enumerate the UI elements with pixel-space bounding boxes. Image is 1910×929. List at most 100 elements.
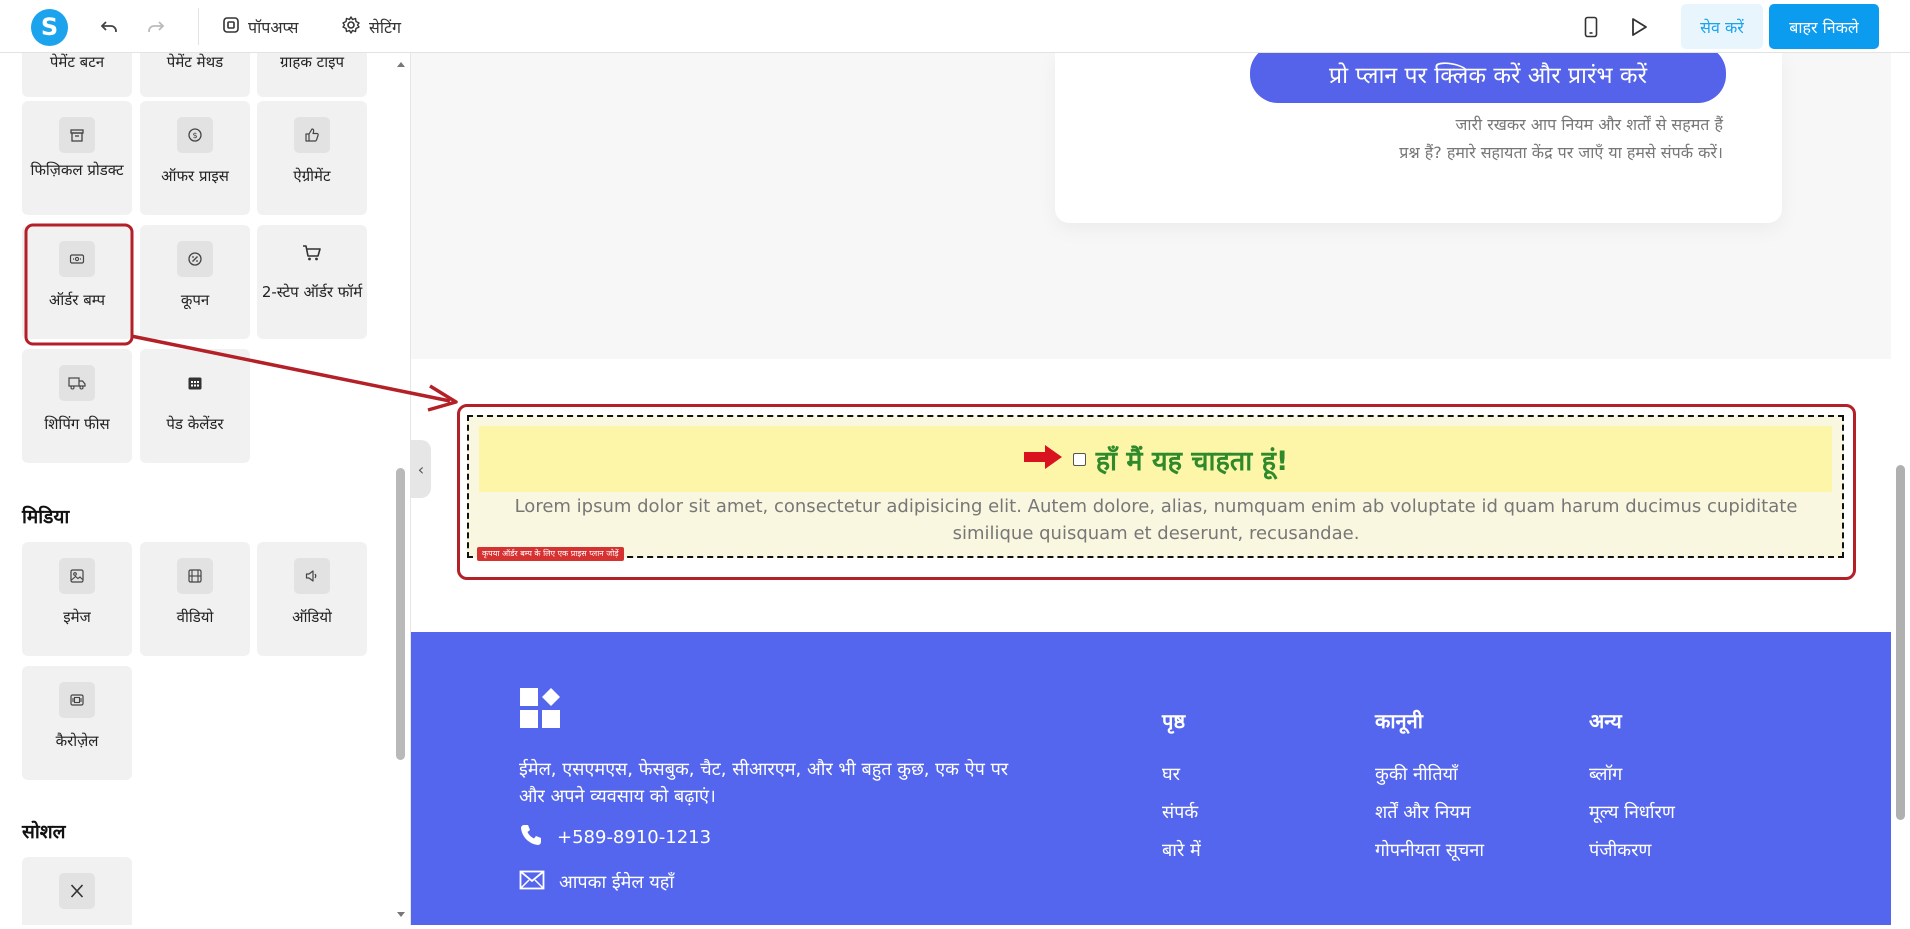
save-button[interactable]: सेव करें xyxy=(1681,4,1763,49)
truck-icon xyxy=(59,365,95,401)
footer-column-other: अन्य ब्लॉग मूल्य निर्धारण पंजीकरण xyxy=(1589,707,1675,876)
footer-column-title: पृष्ठ xyxy=(1162,709,1186,733)
speaker-icon xyxy=(294,558,330,594)
order-bump-header: हाँ मैं यह चाहता हूं! xyxy=(479,426,1832,492)
undo-icon[interactable] xyxy=(96,14,122,40)
tile-label: फिज़िकल प्रोडक्ट xyxy=(30,161,124,179)
footer-link-cookies[interactable]: कुकी नीतियाँ xyxy=(1375,762,1484,800)
tile-label: इमेज xyxy=(63,608,91,626)
tile-label: पेमेंट बटन xyxy=(49,53,105,71)
audio-tile[interactable]: ऑडियो xyxy=(257,542,367,656)
coupon-icon xyxy=(177,241,213,277)
tile-label: ग्राहक टाइप xyxy=(280,53,344,71)
paid-calendar-tile[interactable]: पेड केलेंडर xyxy=(140,349,250,463)
collapse-sidebar-button[interactable]: ‹ xyxy=(411,440,431,498)
thumbs-up-icon xyxy=(294,117,330,153)
image-icon xyxy=(59,558,95,594)
footer-logo-icon xyxy=(520,688,562,734)
footer-column-title: कानूनी xyxy=(1375,709,1423,733)
offer-price-tile[interactable]: $ ऑफर प्राइस xyxy=(140,101,250,215)
social-section-title: सोशल xyxy=(22,821,66,843)
settings-label: सेटिंग xyxy=(369,18,402,37)
price-plan-warning-badge: कृपया ऑर्डर बम्प के लिए एक प्राइस प्लान … xyxy=(477,547,624,561)
svg-text:$: $ xyxy=(192,131,197,140)
order-bump-description: Lorem ipsum dolor sit amet, consectetur … xyxy=(514,496,1798,544)
film-icon xyxy=(177,558,213,594)
tile-label: पेमेंट मेथड xyxy=(166,53,224,71)
box-icon xyxy=(59,117,95,153)
redo-icon[interactable] xyxy=(143,14,169,40)
top-toolbar: S पॉपअप्स सेटिंग सेव करें बाहर निकले xyxy=(0,0,1910,53)
editor-canvas: प्रो प्लान पर क्लिक करें और प्रारंभ करें… xyxy=(411,53,1891,925)
footer-email[interactable]: आपका ईमेल यहाँ xyxy=(519,868,674,896)
tile-label: ऑफर प्राइस xyxy=(161,167,229,185)
payment-button-tile[interactable]: पेमेंट बटन xyxy=(22,53,132,97)
tile-label: कूपन xyxy=(180,291,210,309)
tile-label: वीडियो xyxy=(176,608,214,626)
two-step-order-form-tile[interactable]: 2-स्टेप ऑर्डर फॉर्म xyxy=(257,225,367,339)
footer-link-blog[interactable]: ब्लॉग xyxy=(1589,762,1675,800)
carousel-icon xyxy=(59,682,95,718)
agreement-tile[interactable]: ऐग्रीमेंट xyxy=(257,101,367,215)
terms-line: जारी रखकर आप नियम और शर्तों से सहमत हैं xyxy=(1455,115,1723,134)
email-text: आपका ईमेल यहाँ xyxy=(559,872,675,893)
canvas-scroll-thumb[interactable] xyxy=(1896,465,1905,820)
physical-product-tile[interactable]: फिज़िकल प्रोडक्ट xyxy=(22,101,132,215)
x-logo-icon xyxy=(59,873,95,909)
image-tile[interactable]: इमेज xyxy=(22,542,132,656)
footer-link-home[interactable]: घर xyxy=(1162,762,1201,800)
shipping-fee-tile[interactable]: शिपिंग फीस xyxy=(22,349,132,463)
x-social-tile[interactable] xyxy=(22,857,132,925)
sidebar-scroll-thumb[interactable] xyxy=(396,468,405,760)
customer-type-tile[interactable]: ग्राहक टाइप xyxy=(257,53,367,97)
red-arrow-icon xyxy=(1023,444,1063,474)
footer-link-pricing[interactable]: मूल्य निर्धारण xyxy=(1589,800,1675,838)
dollar-icon: $ xyxy=(177,117,213,153)
order-bump-tile[interactable]: ऑर्डर बम्प xyxy=(22,225,132,339)
ticket-icon xyxy=(59,241,95,277)
chevron-left-icon: ‹ xyxy=(417,459,425,479)
tile-label: कैरोज़ेल xyxy=(55,732,99,750)
carousel-tile[interactable]: कैरोज़ेल xyxy=(22,666,132,780)
elements-sidebar: पेमेंट बटन पेमेंट मेथड ग्राहक टाइप फिज़ि… xyxy=(0,53,411,925)
tile-label: ऑडियो xyxy=(292,608,332,626)
footer-column-title: अन्य xyxy=(1589,709,1622,733)
footer-column-pages: पृष्ठ घर संपर्क बारे में xyxy=(1162,707,1201,876)
tile-label: शिपिंग फीस xyxy=(44,415,110,433)
settings-button[interactable]: सेटिंग xyxy=(341,13,401,41)
footer-link-contact[interactable]: संपर्क xyxy=(1162,800,1201,838)
help-line: प्रश्न हैं? हमारे सहायता केंद्र पर जाएँ … xyxy=(1399,143,1723,162)
payment-method-tile[interactable]: पेमेंट मेथड xyxy=(140,53,250,97)
cart-icon xyxy=(294,235,330,271)
popup-icon xyxy=(222,16,240,38)
tile-label: ऑर्डर बम्प xyxy=(48,291,106,309)
popups-button[interactable]: पॉपअप्स xyxy=(222,13,298,41)
order-bump-title: हाँ मैं यह चाहता हूं! xyxy=(1095,445,1289,477)
exit-button[interactable]: बाहर निकले xyxy=(1769,4,1879,49)
footer-link-about[interactable]: बारे में xyxy=(1162,838,1201,876)
tile-label: पेड केलेंडर xyxy=(166,415,224,433)
gear-icon xyxy=(341,15,361,39)
footer-column-legal: कानूनी कुकी नीतियाँ शर्तें और नियम गोपनी… xyxy=(1375,707,1484,876)
footer-phone[interactable]: +589-8910-1213 xyxy=(519,823,711,851)
mobile-preview-icon[interactable] xyxy=(1578,14,1604,40)
app-logo[interactable]: S xyxy=(31,9,68,46)
phone-icon xyxy=(519,823,543,852)
toolbar-divider xyxy=(198,8,199,45)
order-bump-checkbox[interactable] xyxy=(1072,452,1086,466)
mail-icon xyxy=(519,870,545,895)
calendar-icon xyxy=(177,365,213,401)
pro-plan-button[interactable]: प्रो प्लान पर क्लिक करें और प्रारंभ करें xyxy=(1250,53,1726,103)
tile-label: ऐग्रीमेंट xyxy=(293,167,331,185)
footer-link-privacy[interactable]: गोपनीयता सूचना xyxy=(1375,838,1484,876)
media-section-title: मिडिया xyxy=(22,506,70,528)
footer-link-register[interactable]: पंजीकरण xyxy=(1589,838,1675,876)
footer-section: ईमेल, एसएमएस, फेसबुक, चैट, सीआरएम, और भी… xyxy=(411,632,1891,925)
play-preview-icon[interactable] xyxy=(1626,14,1652,40)
phone-number: +589-8910-1213 xyxy=(557,826,712,848)
video-tile[interactable]: वीडियो xyxy=(140,542,250,656)
popups-label: पॉपअप्स xyxy=(248,18,299,37)
coupon-tile[interactable]: कूपन xyxy=(140,225,250,339)
footer-link-terms[interactable]: शर्तें और नियम xyxy=(1375,800,1484,838)
footer-description: ईमेल, एसएमएस, फेसबुक, चैट, सीआरएम, और भी… xyxy=(519,759,1009,807)
